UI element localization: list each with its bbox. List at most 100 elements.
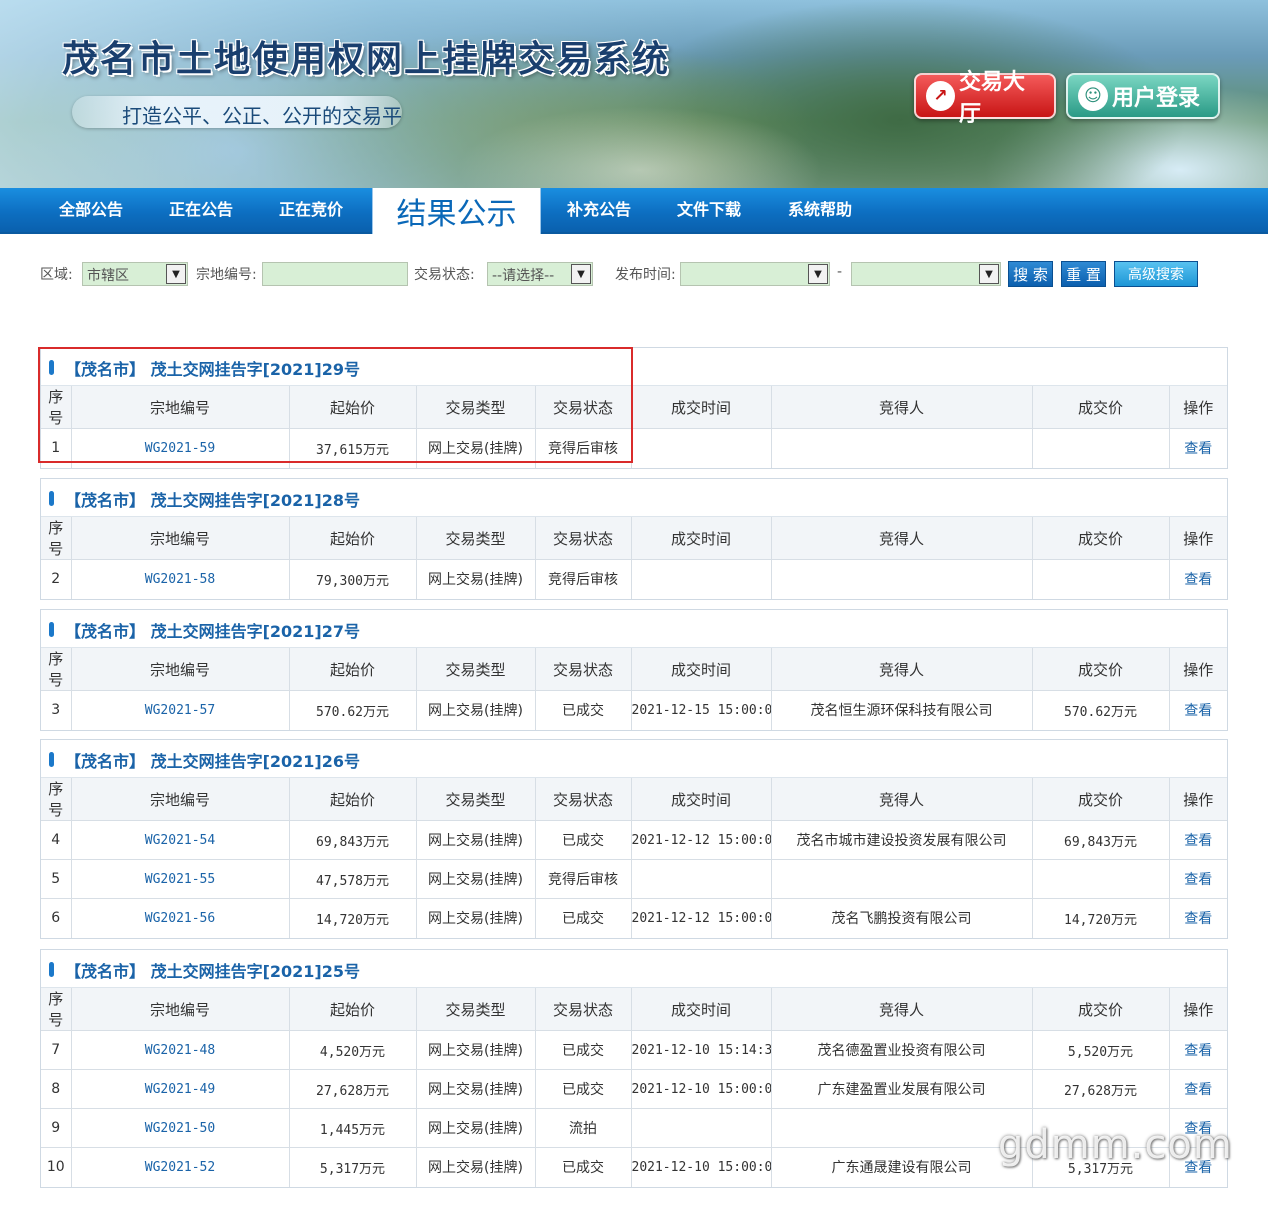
nav-current-announcements[interactable]: 正在公告 — [169, 196, 233, 220]
bullet-bar-icon — [49, 491, 54, 506]
view-link[interactable]: 查看 — [1169, 1030, 1227, 1070]
cell-deal-price: 5,520万元 — [1032, 1030, 1170, 1070]
cell-winner: 茂名德盈置业投资有限公司 — [771, 1030, 1033, 1070]
cell-trade-type: 网上交易(挂牌) — [416, 898, 536, 938]
view-link[interactable]: 查看 — [1169, 1069, 1227, 1109]
status-select[interactable]: --请选择-- ▼ — [487, 262, 593, 286]
trading-hall-button[interactable]: ↗ 交易大厅 — [914, 70, 1056, 127]
cell-trade-type: 网上交易(挂牌) — [416, 1069, 536, 1109]
cell-trade-status: 已成交 — [535, 1030, 632, 1070]
col-parcel-code-header: 宗地编号 — [71, 648, 290, 691]
table-row: 6 WG2021-56 14,720万元 网上交易(挂牌) 已成交 2021-12-12 … — [41, 898, 1227, 938]
date-separator: - — [837, 264, 843, 280]
cell-deal-time: 2021-12-15 15:00:00 — [631, 690, 772, 730]
cell-parcel-code[interactable]: WG2021-57 — [71, 690, 290, 730]
table-row: 7 WG2021-48 4,520万元 网上交易(挂牌) 已成交 2021-12-10 1… — [41, 1030, 1227, 1070]
cell-parcel-code[interactable]: WG2021-56 — [71, 898, 290, 938]
col-deal-price-header: 成交价 — [1032, 988, 1170, 1031]
cell-trade-status: 已成交 — [535, 898, 632, 938]
nav-supplementary[interactable]: 补充公告 — [567, 196, 631, 220]
cell-parcel-code[interactable]: WG2021-54 — [71, 820, 290, 860]
col-trade-status-header: 交易状态 — [535, 778, 632, 821]
bullet-bar-icon — [49, 622, 54, 637]
view-link[interactable]: 查看 — [1169, 899, 1227, 938]
cell-deal-price: 27,628万元 — [1032, 1069, 1170, 1109]
cell-winner — [771, 1108, 1033, 1148]
cell-parcel-code[interactable]: WG2021-52 — [71, 1147, 290, 1187]
cell-parcel-code[interactable]: WG2021-55 — [71, 859, 290, 899]
cell-start-price: 4,520万元 — [289, 1030, 417, 1070]
col-start-price-header: 起始价 — [289, 517, 417, 560]
col-trade-status-header: 交易状态 — [535, 648, 632, 691]
nav-bidding[interactable]: 正在竞价 — [279, 196, 343, 220]
site-title: 茂名市土地使用权网上挂牌交易系统 — [62, 39, 671, 80]
parcel-input[interactable] — [262, 262, 408, 286]
col-deal-price-header: 成交价 — [1032, 778, 1170, 821]
cell-trade-status: 竞得后审核 — [535, 859, 632, 899]
cell-parcel-code[interactable]: WG2021-49 — [71, 1069, 290, 1109]
view-link[interactable]: 查看 — [1169, 859, 1227, 899]
cell-deal-time: 2021-12-10 15:14:31 — [631, 1030, 772, 1070]
col-winner-header: 竞得人 — [771, 778, 1033, 821]
cell-trade-status: 已成交 — [535, 1147, 632, 1187]
nav-results-active[interactable]: 结果公示 — [372, 188, 541, 234]
col-deal-time-header: 成交时间 — [631, 778, 772, 821]
col-no-header: 序号 — [41, 988, 72, 1031]
reset-button[interactable]: 重 置 — [1061, 261, 1106, 287]
announcement-header: 【茂名市】 茂土交网挂告字[2021]28号 — [41, 479, 1227, 517]
nav-all-announcements[interactable]: 全部公告 — [59, 196, 123, 220]
cell-start-price: 79,300万元 — [289, 559, 417, 599]
view-link[interactable]: 查看 — [1169, 691, 1227, 730]
col-deal-time-header: 成交时间 — [631, 517, 772, 560]
chevron-down-icon: ▼ — [571, 264, 591, 284]
status-value: --请选择-- — [492, 268, 555, 284]
col-no-header: 序号 — [41, 517, 72, 560]
cell-deal-price — [1032, 859, 1170, 899]
nav-help[interactable]: 系统帮助 — [788, 196, 852, 220]
bullet-bar-icon — [49, 752, 54, 767]
announcement-header: 【茂名市】 茂土交网挂告字[2021]27号 — [41, 610, 1227, 648]
search-button[interactable]: 搜 索 — [1008, 261, 1053, 287]
user-login-label: 用户登录 — [1112, 86, 1201, 111]
announcement-title[interactable]: 【茂名市】 茂土交网挂告字[2021]28号 — [65, 487, 360, 511]
cell-deal-price: 69,843万元 — [1032, 820, 1170, 860]
date-to-select[interactable]: ▼ — [851, 262, 1001, 286]
col-no-header: 序号 — [41, 778, 72, 821]
cell-winner: 茂名市城市建设投资发展有限公司 — [771, 820, 1033, 860]
region-select[interactable]: 市辖区 ▼ — [82, 262, 188, 286]
announcement-header: 【茂名市】 茂土交网挂告字[2021]25号 — [41, 950, 1227, 988]
date-from-select[interactable]: ▼ — [680, 262, 830, 286]
user-login-button[interactable]: ☺ 用户登录 — [1066, 73, 1220, 119]
cell-no: 2 — [41, 559, 72, 599]
cell-parcel-code[interactable]: WG2021-58 — [71, 559, 290, 599]
publish-time-label: 发布时间: — [615, 267, 676, 283]
results-table: 序号 宗地编号 起始价 交易类型 交易状态 成交时间 竞得人 成交价 操作 2 WG2021-58 7… — [41, 517, 1227, 599]
view-link[interactable]: 查看 — [1169, 560, 1227, 599]
col-trade-type-header: 交易类型 — [416, 517, 536, 560]
cell-start-price: 14,720万元 — [289, 898, 417, 938]
col-deal-price-header: 成交价 — [1032, 517, 1170, 560]
announcement-title[interactable]: 【茂名市】 茂土交网挂告字[2021]26号 — [65, 748, 360, 772]
table-header-row: 序号 宗地编号 起始价 交易类型 交易状态 成交时间 竞得人 成交价 操作 — [41, 778, 1227, 821]
status-label: 交易状态: — [414, 267, 475, 283]
announcement-title[interactable]: 【茂名市】 茂土交网挂告字[2021]27号 — [65, 618, 360, 642]
parcel-label: 宗地编号: — [196, 267, 257, 283]
region-value: 市辖区 — [87, 268, 129, 284]
col-start-price-header: 起始价 — [289, 988, 417, 1031]
col-action-header: 操作 — [1169, 988, 1227, 1031]
highlight-box — [38, 347, 633, 463]
cell-deal-time: 2021-12-12 15:00:00 — [631, 820, 772, 860]
cell-start-price: 1,445万元 — [289, 1108, 417, 1148]
cell-parcel-code[interactable]: WG2021-48 — [71, 1030, 290, 1070]
cell-deal-time — [631, 1108, 772, 1148]
cell-winner: 茂名恒生源环保科技有限公司 — [771, 690, 1033, 730]
cell-parcel-code[interactable]: WG2021-50 — [71, 1108, 290, 1148]
nav-downloads[interactable]: 文件下载 — [677, 196, 741, 220]
view-link[interactable]: 查看 — [1169, 429, 1227, 468]
advanced-search-button[interactable]: 高级搜索 — [1114, 261, 1198, 287]
col-deal-price-header: 成交价 — [1032, 386, 1170, 429]
announcement-title[interactable]: 【茂名市】 茂土交网挂告字[2021]25号 — [65, 958, 360, 982]
cell-deal-price: 14,720万元 — [1032, 898, 1170, 938]
view-link[interactable]: 查看 — [1169, 820, 1227, 860]
announcement-block: 【茂名市】 茂土交网挂告字[2021]26号序号 宗地编号 起始价 交易类型 交易状态成… — [40, 739, 1228, 939]
